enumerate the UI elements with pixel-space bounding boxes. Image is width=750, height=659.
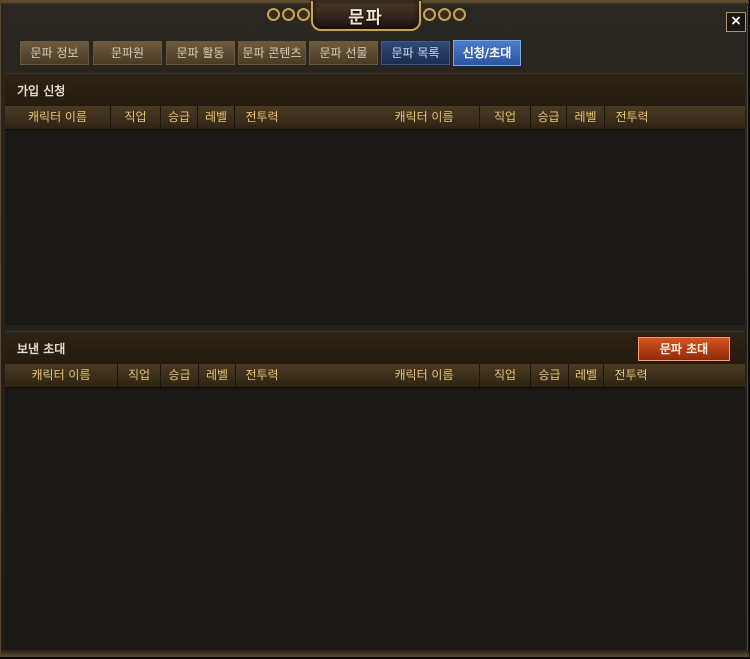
col-level[interactable]: 레벨	[198, 106, 235, 129]
ornament-left-icon	[263, 5, 313, 23]
join-requests-column-header: 캐릭터 이름 직업 승급 레벨 전투력 캐릭터 이름 직업 승급 레벨 전투력	[5, 106, 745, 130]
tab-guild-list[interactable]: 문파 목록	[381, 41, 450, 65]
close-button[interactable]: ×	[726, 12, 746, 32]
tab-activities[interactable]: 문파 활동	[166, 41, 235, 65]
col-class[interactable]: 직업	[118, 364, 161, 387]
sent-invites-list[interactable]	[5, 388, 745, 649]
tab-guild-info[interactable]: 문파 정보	[20, 41, 89, 65]
tab-gifts[interactable]: 문파 선물	[309, 41, 378, 65]
col-level[interactable]: 레벨	[199, 364, 236, 387]
join-requests-section: 가입 신청 캐릭터 이름 직업 승급 레벨 전투력 캐릭터 이름 직업 승급 레…	[5, 73, 745, 325]
col-power[interactable]: 전투력	[236, 364, 288, 387]
col-class-right[interactable]: 직업	[480, 364, 531, 387]
col-promotion[interactable]: 승급	[161, 106, 198, 129]
title-plate: 문파	[311, 1, 421, 31]
col-class-right[interactable]: 직업	[480, 106, 531, 129]
col-power[interactable]: 전투력	[235, 106, 289, 129]
tab-contents[interactable]: 문파 콘텐츠	[238, 41, 306, 65]
tab-members[interactable]: 문파원	[93, 41, 162, 65]
sent-invites-header: 보낸 초대 문파 초대	[5, 331, 745, 364]
col-level-right[interactable]: 레벨	[569, 364, 604, 387]
window-title: 문파	[348, 7, 384, 28]
col-promotion-right[interactable]: 승급	[531, 364, 569, 387]
ornament-right-icon	[419, 5, 469, 23]
guild-invite-button[interactable]: 문파 초대	[638, 337, 730, 361]
close-icon: ×	[730, 13, 742, 29]
col-power-right[interactable]: 전투력	[605, 106, 659, 129]
col-power-right[interactable]: 전투력	[604, 364, 658, 387]
guild-window: 문파 × 문파 정보 문파원 문파 활동 문파 콘텐츠 문파 선물 문파 목록 …	[0, 0, 749, 657]
join-requests-list[interactable]	[5, 130, 745, 325]
tab-requests-invites[interactable]: 신청/초대	[453, 40, 521, 66]
window-bottom-border	[1, 650, 749, 657]
sent-invites-section: 보낸 초대 문파 초대 캐릭터 이름 직업 승급 레벨 전투력 캐릭터 이름 직…	[5, 331, 745, 649]
join-requests-title: 가입 신청	[17, 84, 66, 98]
sent-invites-column-header: 캐릭터 이름 직업 승급 레벨 전투력 캐릭터 이름 직업 승급 레벨 전투력	[5, 364, 745, 388]
col-character-name[interactable]: 캐릭터 이름	[5, 364, 118, 387]
col-character-name-right[interactable]: 캐릭터 이름	[369, 364, 480, 387]
col-class[interactable]: 직업	[111, 106, 161, 129]
col-character-name[interactable]: 캐릭터 이름	[5, 106, 111, 129]
col-promotion[interactable]: 승급	[161, 364, 199, 387]
join-requests-header: 가입 신청	[5, 73, 745, 106]
col-promotion-right[interactable]: 승급	[531, 106, 567, 129]
col-character-name-right[interactable]: 캐릭터 이름	[369, 106, 480, 129]
sent-invites-title: 보낸 초대	[17, 342, 66, 356]
col-level-right[interactable]: 레벨	[567, 106, 605, 129]
